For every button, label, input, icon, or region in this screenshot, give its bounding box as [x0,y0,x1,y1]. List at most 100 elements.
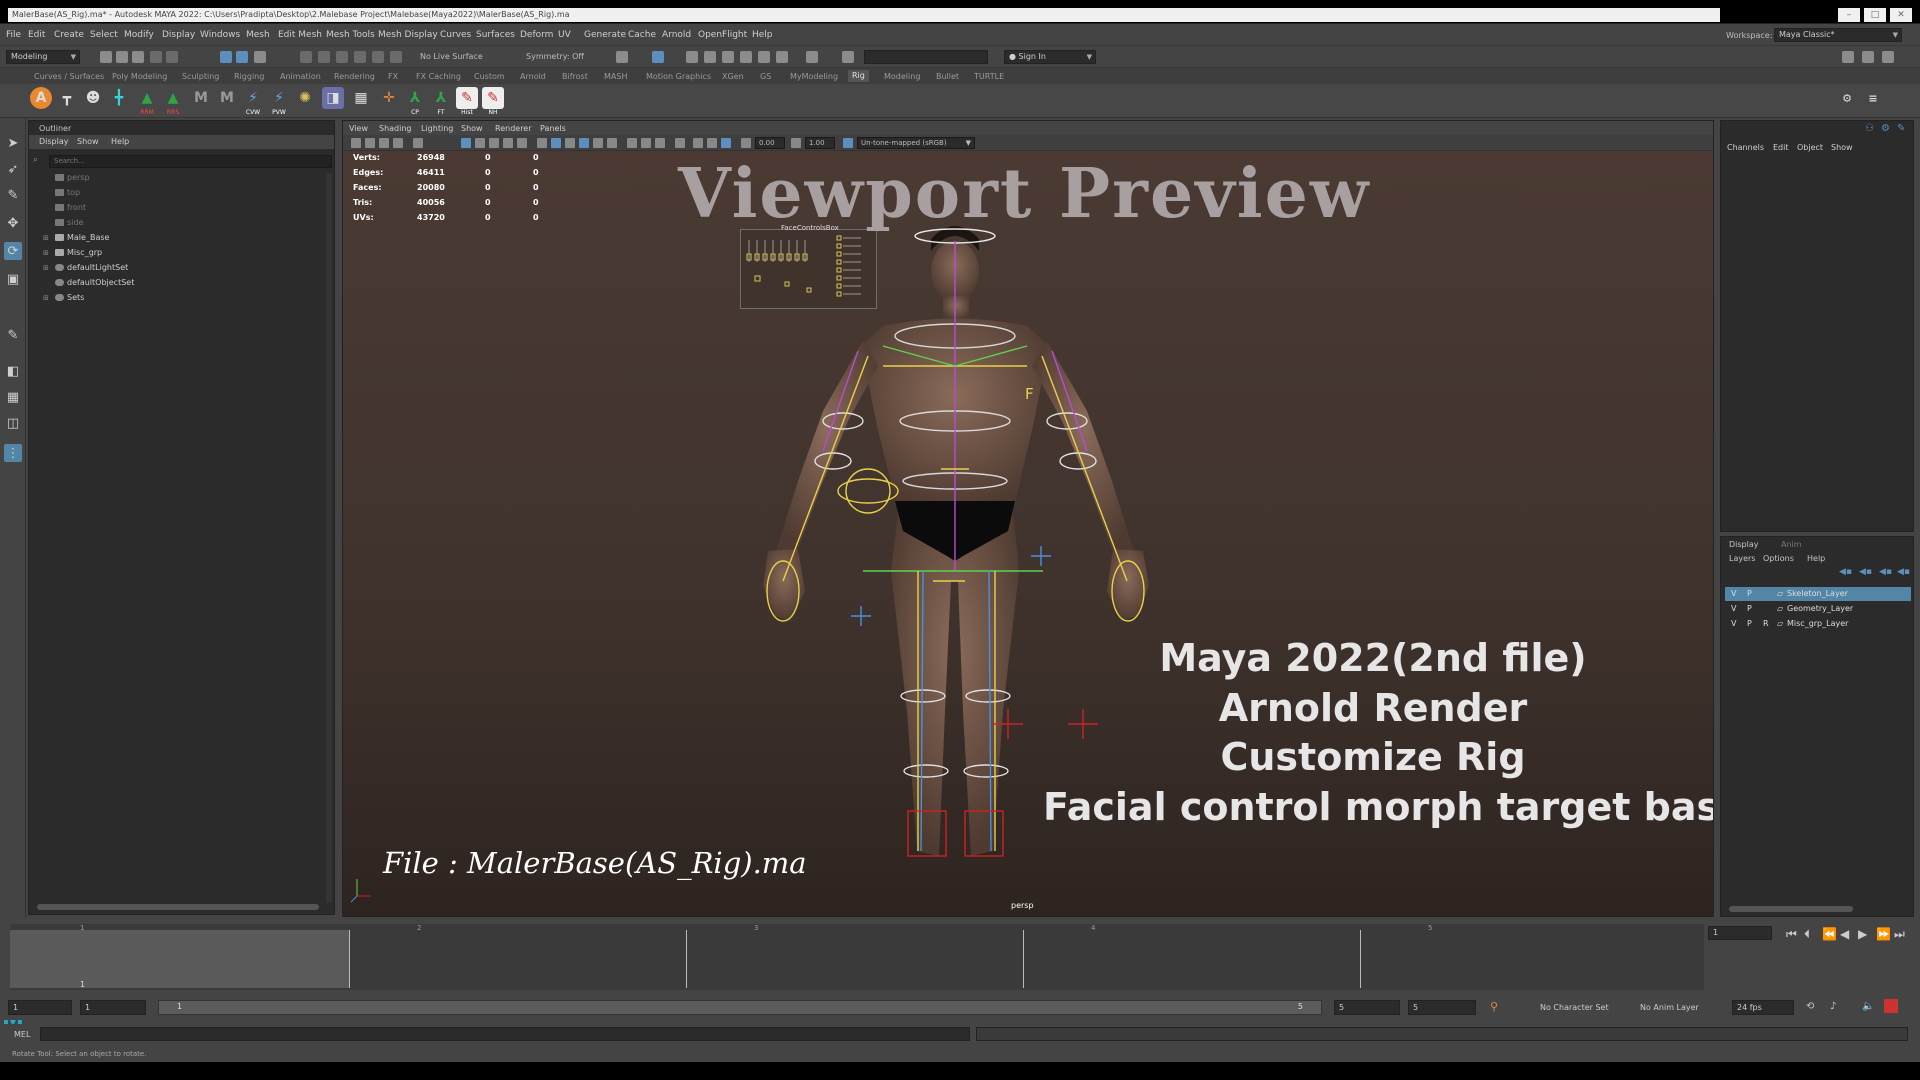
outliner-item-default-object-set[interactable]: defaultObjectSet [43,278,134,292]
layers-horizontal-scrollbar[interactable] [1729,906,1853,912]
snap-surface-icon[interactable] [372,51,384,63]
menuset-select[interactable]: Modeling ▼ [6,50,80,64]
hist-icon[interactable]: ✎ [456,87,478,109]
select-hierarchy-icon[interactable] [220,51,232,63]
snap-view-icon[interactable] [354,51,366,63]
character-set-select[interactable]: No Character Set [1540,1003,1609,1012]
new-layer-selected-icon[interactable]: ◀▪ [1897,567,1910,577]
shelf-tab-sculpting[interactable]: Sculpting [182,72,219,81]
sign-in-button[interactable]: ● Sign In ▼ [1004,50,1096,64]
render-settings-icon[interactable] [652,51,664,63]
command-input[interactable] [40,1027,970,1041]
outliner-layout-icon[interactable]: ⋮ [4,444,22,462]
m-script-icon-2[interactable]: M [216,87,238,109]
move-layer-down-icon[interactable]: ◀▪ [1859,567,1872,577]
channel-menu-channels[interactable]: Channels [1727,143,1764,152]
rotate-tool-icon[interactable]: ⟳ [4,242,22,260]
lasso-tool-icon[interactable]: ➶ [4,160,22,178]
maximize-button[interactable]: □ [1864,8,1886,22]
step-back-frame-icon[interactable]: ⏴ [1804,927,1810,942]
bookmark-icon[interactable] [379,138,389,148]
range-slider-bar[interactable]: 1 5 [158,1000,1322,1015]
outliner-item-misc-grp[interactable]: ⊞ Misc_grp [43,248,102,262]
input-line-icon[interactable] [842,51,854,63]
scale-tool-icon[interactable]: ▣ [4,270,22,288]
start-time-field[interactable]: 1 [8,1000,72,1015]
shelf-tab-motion-graphics[interactable]: Motion Graphics [646,72,711,81]
menu-help[interactable]: Help [752,30,773,40]
menu-deform[interactable]: Deform [520,30,553,40]
joint-tool-icon[interactable]: ┳ [56,87,78,109]
layer-visibility-toggle[interactable]: V [1731,587,1736,601]
channel-menu-show[interactable]: Show [1831,143,1853,152]
shelf-tab-custom[interactable]: Custom [474,72,505,81]
cp-icon[interactable]: ⅄ [404,87,426,109]
outliner-search-input[interactable]: Search... [49,155,332,168]
image-plane-icon[interactable] [393,138,403,148]
symmetry-label[interactable]: Symmetry: Off [526,52,584,61]
mesh-tool-icon[interactable]: ✺ [294,87,316,109]
move-layer-up-icon[interactable]: ◀▪ [1839,567,1852,577]
viewport-menu-shading[interactable]: Shading [379,124,412,133]
audio-icon[interactable]: 🔈 [1862,1001,1874,1012]
expand-icon[interactable]: ⊞ [43,249,51,257]
hypershade-icon[interactable] [740,51,752,63]
layout-icon[interactable] [1842,51,1854,63]
layer-visibility-toggle[interactable]: V [1731,617,1736,631]
snap-pivot-icon[interactable] [390,51,402,63]
shelf-tab-fx[interactable]: FX [388,72,398,81]
menu-generate[interactable]: Generate [584,30,626,40]
four-pane-icon[interactable]: ▦ [4,388,22,406]
textured-icon[interactable] [593,138,603,148]
select-component-icon[interactable] [254,51,266,63]
ambient-occlusion-icon[interactable] [641,138,651,148]
shelf-tab-bullet[interactable]: Bullet [936,72,959,81]
snap-grid-icon[interactable] [300,51,312,63]
outliner-item-side[interactable]: side [43,218,83,232]
wireframe-icon[interactable] [537,138,547,148]
go-to-end-icon[interactable]: ⏭ [1894,927,1905,942]
playback-start-field[interactable]: 1 [80,1000,146,1015]
locator-icon[interactable]: ✛ [378,87,400,109]
sound-icon[interactable]: ♪ [1830,1001,1836,1012]
go-to-start-icon[interactable]: ⏮ [1786,927,1797,942]
default-material-icon[interactable] [565,138,575,148]
resolution-gate-icon[interactable] [475,138,485,148]
select-object-icon[interactable] [236,51,248,63]
shelf-tab-animation[interactable]: Animation [280,72,321,81]
redo-icon[interactable] [166,51,178,63]
rrm-icon[interactable]: ▲ [136,87,158,109]
field-chart-icon[interactable] [503,138,513,148]
render-view-icon[interactable] [722,51,734,63]
t-pose-icon[interactable]: ╋ [108,87,130,109]
expand-icon[interactable]: ⊞ [43,234,51,242]
viewport-menu-show[interactable]: Show [461,124,483,133]
nh-icon[interactable]: ✎ [482,87,504,109]
close-button[interactable]: ✕ [1890,8,1912,22]
live-surface-label[interactable]: No Live Surface [420,52,483,61]
outliner-menu-display[interactable]: Display [39,137,69,146]
layer-playback-toggle[interactable]: P [1747,602,1752,616]
menu-modify[interactable]: Modify [124,30,154,40]
settings-icon[interactable] [1882,51,1894,63]
viewport-scene[interactable]: Verts: 26948 0 0 Edges: 46411 0 0 Faces: 20080 0… [343,151,1713,916]
pause-render-icon[interactable] [776,51,788,63]
last-tool-icon[interactable]: ✎ [4,326,22,344]
layer-playback-toggle[interactable]: P [1747,617,1752,631]
quick-select-input[interactable] [864,50,988,64]
move-tool-icon[interactable]: ✥ [4,214,22,232]
gamma-field[interactable]: 1.00 [805,137,835,149]
outliner-menu-help[interactable]: Help [111,137,129,146]
ipr-render-icon[interactable] [704,51,716,63]
layer-color-icon[interactable]: ▱ [1777,587,1783,601]
shelf-tab-turtle[interactable]: TURTLE [974,72,1004,81]
snap-point-icon[interactable] [336,51,348,63]
shelf-tab-rigging[interactable]: Rigging [234,72,264,81]
xray-joints-icon[interactable] [707,138,717,148]
outliner-scrollbar[interactable] [326,173,332,903]
shelf-tab-bifrost[interactable]: Bifrost [562,72,588,81]
layer-color-icon[interactable]: ▱ [1777,617,1783,631]
exposure-field[interactable]: 0.00 [755,137,785,149]
outliner-item-default-light-set[interactable]: ⊞ defaultLightSet [43,263,128,277]
shelf-tab-curves-surfaces[interactable]: Curves / Surfaces [34,72,104,81]
